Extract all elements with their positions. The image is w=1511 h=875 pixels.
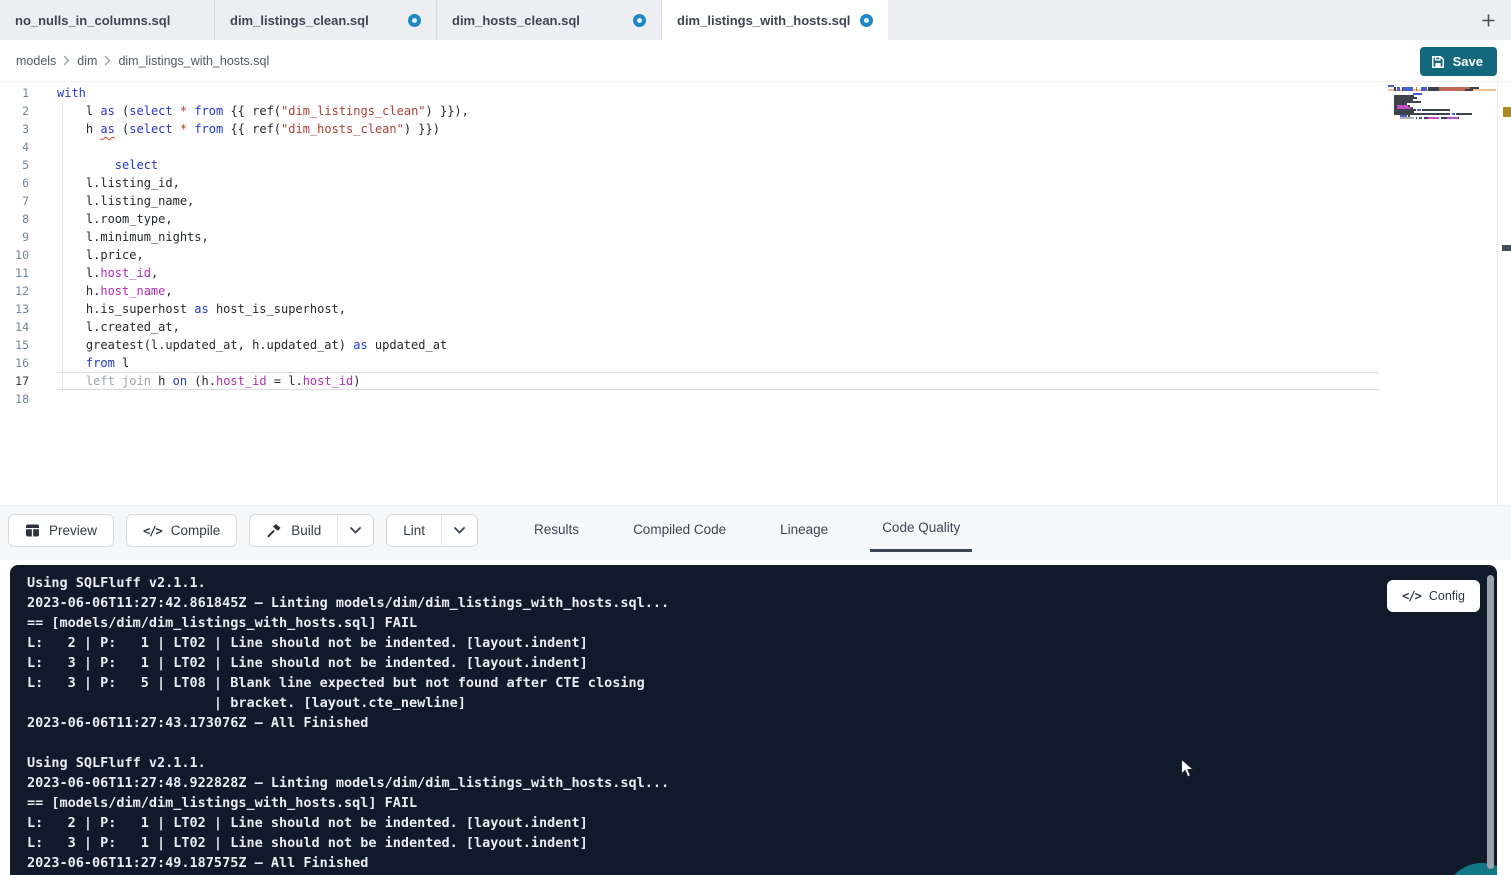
compile-label: Compile <box>171 523 221 538</box>
code-icon: </> <box>143 524 162 538</box>
breadcrumb-item-file[interactable]: dim_listings_with_hosts.sql <box>118 54 269 68</box>
line-number: 9 <box>0 228 45 246</box>
code-line-15[interactable]: greatest(l.updated_at, h.updated_at) as … <box>57 336 1379 354</box>
file-tab-label: dim_listings_with_hosts.sql <box>677 13 850 28</box>
plus-icon <box>1481 13 1496 28</box>
tab-lineage[interactable]: Lineage <box>768 506 840 552</box>
tab-results[interactable]: Results <box>522 506 591 552</box>
chevron-down-icon <box>350 527 361 534</box>
code-line-16[interactable]: from l <box>57 354 1379 372</box>
save-label: Save <box>1453 54 1483 69</box>
file-tab-label: no_nulls_in_columns.sql <box>15 13 170 28</box>
modified-badge-icon <box>408 14 421 27</box>
code-line-4[interactable] <box>57 138 1379 156</box>
save-icon <box>1431 55 1445 69</box>
line-number: 7 <box>0 192 45 210</box>
breadcrumb: models dim dim_listings_with_hosts.sql S… <box>0 40 1511 82</box>
code-lines: with l as (select * from {{ ref("dim_lis… <box>57 84 1379 408</box>
compile-button[interactable]: </> Compile <box>126 514 237 547</box>
build-dropdown-button[interactable] <box>337 515 373 546</box>
new-tab-button[interactable] <box>1471 0 1505 40</box>
code-line-17[interactable]: left join h on (h.host_id = l.host_id) <box>57 372 1379 390</box>
lint-label: Lint <box>403 523 425 538</box>
line-number: 11 <box>0 264 45 282</box>
code-line-5[interactable]: select <box>57 156 1379 174</box>
code-line-14[interactable]: l.created_at, <box>57 318 1379 336</box>
dbt-ide-window: no_nulls_in_columns.sql dim_listings_clea… <box>0 0 1511 875</box>
chevron-right-icon <box>63 55 70 66</box>
code-line-11[interactable]: l.host_id, <box>57 264 1379 282</box>
file-tab-label: dim_listings_clean.sql <box>230 13 369 28</box>
editor-actions: Preview </> Compile Build <box>8 514 478 547</box>
code-line-1[interactable]: with <box>57 84 1379 102</box>
file-tab[interactable]: no_nulls_in_columns.sql <box>0 0 215 40</box>
tab-code-quality[interactable]: Code Quality <box>870 506 972 552</box>
line-number: 17 <box>0 372 45 390</box>
chevron-right-icon <box>104 55 111 66</box>
code-line-12[interactable]: h.host_name, <box>57 282 1379 300</box>
build-label: Build <box>291 523 321 538</box>
lint-button[interactable]: Lint <box>387 515 441 546</box>
terminal-scrollbar[interactable] <box>1487 575 1494 869</box>
tab-compiled-code[interactable]: Compiled Code <box>621 506 738 552</box>
code-editor[interactable]: 123456789101112131415161718 with l as (s… <box>0 82 1511 505</box>
line-number: 8 <box>0 210 45 228</box>
action-bar: Preview </> Compile Build <box>0 505 1511 560</box>
chevron-down-icon <box>454 527 465 534</box>
line-number: 5 <box>0 156 45 174</box>
line-number: 2 <box>0 102 45 120</box>
save-button[interactable]: Save <box>1420 47 1497 76</box>
lint-warning-marker[interactable] <box>1503 107 1511 117</box>
hammer-icon <box>266 523 282 538</box>
line-number: 12 <box>0 282 45 300</box>
breadcrumb-item-dim[interactable]: dim <box>77 54 97 68</box>
modified-badge-icon <box>860 14 873 27</box>
line-number: 18 <box>0 390 45 408</box>
config-button[interactable]: </> Config <box>1387 580 1480 612</box>
preview-label: Preview <box>49 523 97 538</box>
panel-tabs: Results Compiled Code Lineage Code Quali… <box>522 506 972 552</box>
file-tab[interactable]: dim_listings_with_hosts.sql <box>662 0 888 40</box>
file-tab-label: dim_hosts_clean.sql <box>452 13 580 28</box>
line-number: 3 <box>0 120 45 138</box>
line-number: 4 <box>0 138 45 156</box>
terminal-output: Using SQLFluff v2.1.1. 2023-06-06T11:27:… <box>27 573 669 873</box>
code-line-10[interactable]: l.price, <box>57 246 1379 264</box>
line-number: 13 <box>0 300 45 318</box>
code-line-13[interactable]: h.is_superhost as host_is_superhost, <box>57 300 1379 318</box>
build-button[interactable]: Build <box>250 515 337 546</box>
scroll-position-marker[interactable] <box>1502 245 1511 251</box>
code-line-6[interactable]: l.listing_id, <box>57 174 1379 192</box>
code-line-2[interactable]: l as (select * from {{ ref("dim_listings… <box>57 102 1379 120</box>
code-icon: </> <box>1402 589 1421 603</box>
tab-bar: no_nulls_in_columns.sql dim_listings_clea… <box>0 0 1511 40</box>
preview-button[interactable]: Preview <box>8 514 114 547</box>
line-number: 16 <box>0 354 45 372</box>
file-tab[interactable]: dim_hosts_clean.sql <box>437 0 662 40</box>
file-tab[interactable]: dim_listings_clean.sql <box>215 0 437 40</box>
code-line-9[interactable]: l.minimum_nights, <box>57 228 1379 246</box>
editor-right-divider <box>1497 82 1498 505</box>
modified-badge-icon <box>633 14 646 27</box>
breadcrumb-item-models[interactable]: models <box>16 54 56 68</box>
line-number: 1 <box>0 84 45 102</box>
gutter: 123456789101112131415161718 <box>0 84 45 408</box>
code-line-7[interactable]: l.listing_name, <box>57 192 1379 210</box>
code-line-8[interactable]: l.room_type, <box>57 210 1379 228</box>
build-split-button: Build <box>249 514 374 547</box>
lint-split-button: Lint <box>386 514 478 547</box>
line-number: 10 <box>0 246 45 264</box>
config-label: Config <box>1429 589 1465 603</box>
lint-dropdown-button[interactable] <box>441 515 477 546</box>
minimap[interactable] <box>1388 85 1496 125</box>
code-line-3[interactable]: h as (select * from {{ ref("dim_hosts_cl… <box>57 120 1379 138</box>
line-number: 15 <box>0 336 45 354</box>
table-icon <box>25 523 40 538</box>
code-line-18[interactable] <box>57 390 1379 408</box>
line-number: 14 <box>0 318 45 336</box>
line-number: 6 <box>0 174 45 192</box>
lint-output-terminal: Using SQLFluff v2.1.1. 2023-06-06T11:27:… <box>10 565 1497 875</box>
